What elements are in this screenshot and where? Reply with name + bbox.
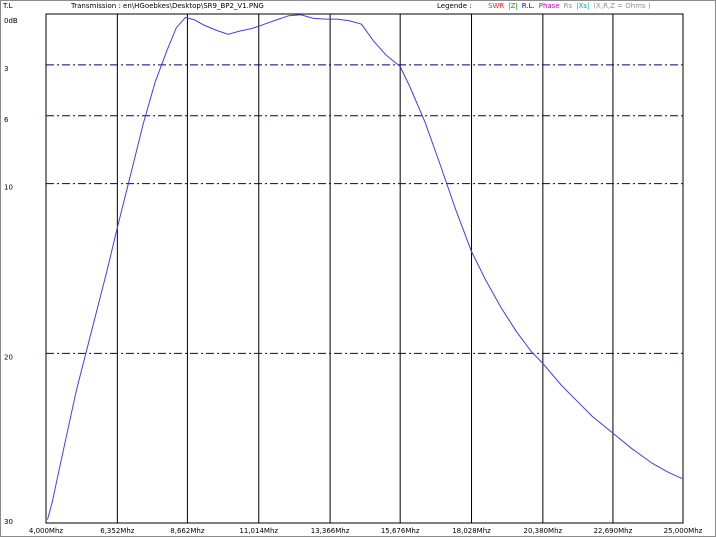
y-tick-label: 3 [4,65,8,73]
y-tick-label: 0dB [4,17,18,25]
x-tick-label: 13,366Mhz [311,527,350,535]
x-tick-label: 8,662Mhz [170,527,205,535]
x-tick-label: 25,000Mhz [664,527,703,535]
transmission-line [47,14,684,520]
y-tick-label: 10 [4,184,13,192]
y-tick-label: 6 [4,116,9,124]
x-tick-label: 18,028Mhz [452,527,491,535]
x-tick-label: 4,000Mhz [29,527,64,535]
y-tick-label: 30 [4,518,13,526]
x-tick-label: 6,352Mhz [100,527,135,535]
x-tick-label: 11,014Mhz [239,527,278,535]
y-tick-label: 20 [4,353,13,361]
x-tick-label: 20,380Mhz [524,527,563,535]
x-tick-label: 15,676Mhz [381,527,420,535]
transmission-chart: 4,000Mhz 6,352Mhz 8,662Mhz 11,014Mhz 13,366M… [4,13,703,535]
plot-area-border [45,13,684,524]
x-tick-label: 22,690Mhz [594,527,633,535]
